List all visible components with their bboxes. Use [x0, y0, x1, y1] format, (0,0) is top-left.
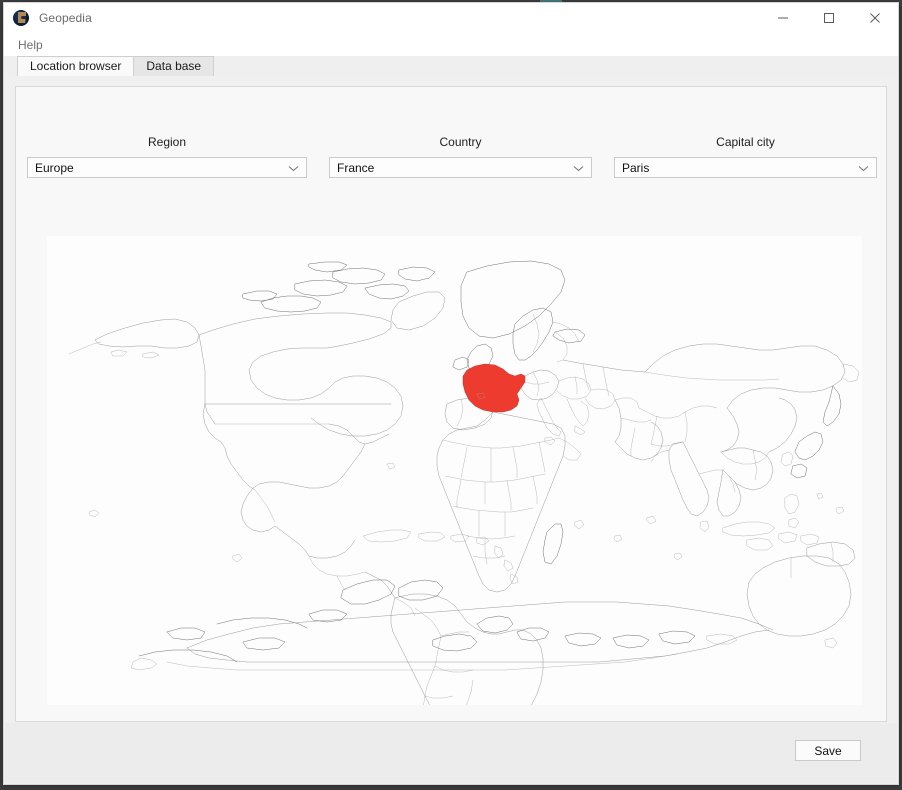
country-value: France	[337, 160, 375, 175]
window-controls	[760, 3, 898, 33]
minimize-icon	[778, 17, 788, 19]
country-label: Country	[439, 135, 482, 149]
footer-bar: Save	[5, 723, 897, 783]
application-window: Geopedia Help Location browser Data base…	[3, 2, 899, 785]
menu-bar: Help	[4, 33, 898, 56]
chevron-down-icon	[573, 158, 584, 179]
chevron-down-icon	[288, 158, 299, 179]
minimize-button[interactable]	[760, 3, 806, 33]
capital-city-selector: Capital city Paris	[603, 135, 888, 178]
maximize-button[interactable]	[806, 3, 852, 33]
capital-city-label: Capital city	[716, 135, 775, 149]
close-icon	[870, 13, 880, 23]
globe-icon	[13, 10, 29, 26]
world-map-svg	[47, 236, 862, 705]
region-selector: Region Europe	[16, 135, 318, 178]
capital-city-combobox[interactable]: Paris	[614, 157, 877, 178]
desktop-backdrop: Geopedia Help Location browser Data base…	[0, 0, 902, 790]
country-selector: Country France	[318, 135, 603, 178]
location-selector-row: Region Europe Country France Capital cit…	[16, 135, 888, 178]
tab-location-browser[interactable]: Location browser	[17, 56, 135, 76]
chevron-down-icon	[858, 158, 869, 179]
title-bar: Geopedia	[4, 3, 898, 33]
close-button[interactable]	[852, 3, 898, 33]
save-button[interactable]: Save	[795, 740, 861, 761]
region-label: Region	[147, 135, 187, 149]
capital-city-value: Paris	[622, 160, 650, 175]
tab-panel-location-browser: Region Europe Country France Capital cit…	[15, 86, 887, 722]
region-value: Europe	[35, 160, 74, 175]
menu-item-help[interactable]: Help	[15, 37, 46, 53]
tab-strip: Location browser Data base	[4, 56, 898, 76]
country-combobox[interactable]: France	[329, 157, 592, 178]
region-combobox[interactable]: Europe	[27, 157, 307, 178]
maximize-icon	[824, 13, 834, 23]
tab-data-base[interactable]: Data base	[133, 56, 215, 76]
window-title: Geopedia	[39, 11, 92, 25]
world-map[interactable]	[47, 236, 862, 705]
